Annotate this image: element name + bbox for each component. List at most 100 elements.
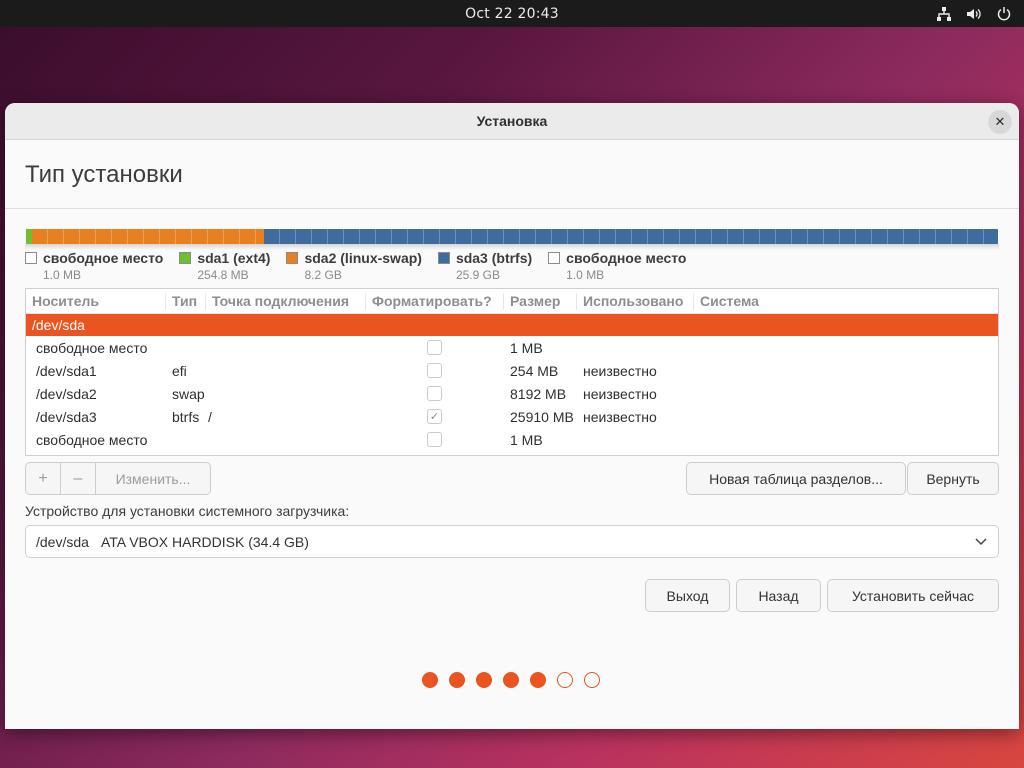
add-partition-button[interactable]: + (26, 463, 61, 494)
power-icon[interactable] (996, 6, 1012, 22)
table-row[interactable]: свободное место 1 MB (26, 428, 998, 451)
column-header-system[interactable]: Система (694, 293, 794, 310)
bootloader-device: /dev/sda (36, 533, 89, 550)
legend-swatch (25, 252, 37, 264)
step-dot-completed (449, 672, 465, 688)
format-checkbox[interactable]: ✓ (427, 409, 442, 424)
back-button[interactable]: Назад (736, 579, 821, 612)
step-progress (422, 672, 600, 688)
new-partition-table-button[interactable]: Новая таблица разделов... (686, 462, 906, 495)
disk-usage-bar (25, 229, 999, 244)
check-icon: ✓ (429, 411, 440, 423)
window-title: Установка (476, 113, 548, 129)
row-size: 8192 MB (510, 385, 567, 402)
table-row[interactable]: /dev/sda3 btrfs / ✓ 25910 MB неизвестно (26, 405, 998, 428)
legend-swatch (179, 252, 192, 264)
legend-item: свободное место 1.0 MB (548, 250, 686, 284)
row-format-cell (366, 363, 504, 378)
legend-label: sda1 (ext4) (197, 250, 271, 266)
network-icon[interactable] (936, 6, 952, 22)
row-size: 254 MB (510, 362, 559, 379)
divider (5, 208, 1019, 209)
column-header-type[interactable]: Тип (166, 292, 206, 310)
installer-window: Установка ✕ Тип установки свободное мест… (5, 103, 1019, 729)
format-checkbox[interactable] (427, 386, 442, 401)
table-header: Носитель Тип Точка подключения Форматиро… (26, 289, 998, 314)
legend-size: 254.8 MB (197, 268, 249, 282)
table-row[interactable]: /dev/sda2 swap 8192 MB неизвестно (26, 382, 998, 405)
row-used: неизвестно (583, 362, 657, 379)
format-checkbox[interactable] (427, 432, 442, 447)
row-device: свободное место (36, 431, 148, 448)
legend-label: свободное место (566, 250, 687, 266)
legend-size: 25.9 GB (455, 268, 500, 282)
remove-partition-button[interactable]: – (61, 463, 96, 494)
column-header-size[interactable]: Размер (504, 292, 577, 310)
install-now-button[interactable]: Установить сейчас (827, 579, 999, 612)
legend-item: sda1 (ext4) 254.8 MB (179, 250, 270, 284)
legend-item: sda3 (btrfs) 25.9 GB (437, 250, 533, 284)
column-header-mount[interactable]: Точка подключения (206, 292, 366, 310)
partition-table: Носитель Тип Точка подключения Форматиро… (25, 288, 999, 456)
legend-swatch (548, 252, 561, 264)
table-row[interactable]: /dev/sda1 efi 254 MB неизвестно (26, 359, 998, 382)
legend-swatch (437, 252, 450, 264)
legend-item: sda2 (linux-swap) 8.2 GB (286, 250, 422, 284)
format-checkbox[interactable] (427, 363, 442, 378)
step-dot-pending (557, 672, 573, 688)
page-title: Тип установки (25, 161, 183, 188)
quit-button[interactable]: Выход (645, 579, 730, 612)
legend-size: 8.2 GB (304, 268, 342, 282)
row-format-cell: ✓ (366, 409, 504, 424)
step-dot-pending (584, 672, 600, 688)
legend-size: 1.0 MB (566, 268, 605, 282)
row-device: свободное место (36, 339, 148, 356)
close-icon: ✕ (994, 114, 1006, 129)
close-button[interactable]: ✕ (988, 110, 1012, 134)
legend-label: sda3 (btrfs) (455, 250, 533, 266)
bootloader-label: Устройство для установки системного загр… (25, 503, 350, 519)
column-header-device[interactable]: Носитель (26, 292, 166, 310)
step-dot-completed (476, 672, 492, 688)
row-device: /dev/sda3 (36, 408, 97, 425)
row-mount: / (208, 408, 212, 425)
legend-label: sda2 (linux-swap) (304, 250, 422, 266)
system-tray (936, 0, 1012, 27)
edit-partition-button[interactable]: Изменить... (96, 463, 210, 494)
bootloader-device-select[interactable]: /dev/sda ATA VBOX HARDDISK (34.4 GB) (25, 525, 999, 558)
row-type: efi (172, 362, 187, 379)
disk-segment-sda2 (32, 229, 264, 244)
table-row-disk[interactable]: /dev/sda (26, 314, 998, 336)
disk-legend: свободное место 1.0 MB sda1 (ext4) 254.8… (25, 250, 686, 284)
row-device: /dev/sda2 (36, 385, 97, 402)
row-format-cell (366, 432, 504, 447)
row-type: btrfs (172, 408, 200, 425)
step-dot-completed (530, 672, 546, 688)
disk-segment-free-end (998, 229, 999, 244)
disk-segment-sda3 (264, 229, 998, 244)
legend-item: свободное место 1.0 MB (25, 250, 163, 284)
column-header-used[interactable]: Использовано (577, 292, 694, 310)
row-size: 1 MB (510, 339, 543, 356)
partition-actions: + – Изменить... (25, 462, 211, 495)
column-header-format[interactable]: Форматировать? (366, 292, 504, 310)
bootloader-device-description: ATA VBOX HARDDISK (34.4 GB) (100, 533, 309, 550)
top-bar: Oct 22 20:43 (0, 0, 1024, 27)
title-bar: Установка ✕ (5, 103, 1019, 140)
row-device: /dev/sda1 (36, 362, 97, 379)
table-row[interactable]: свободное место 1 MB (26, 336, 998, 359)
legend-size: 1.0 MB (43, 268, 82, 282)
step-dot-completed (422, 672, 438, 688)
row-format-cell (366, 386, 504, 401)
chevron-down-icon (974, 534, 988, 551)
disk-device: /dev/sda (32, 317, 85, 333)
revert-button[interactable]: Вернуть (907, 462, 999, 495)
legend-swatch (286, 252, 299, 264)
legend-label: свободное место (43, 250, 164, 266)
row-used: неизвестно (583, 408, 657, 425)
step-dot-completed (503, 672, 519, 688)
format-checkbox[interactable] (427, 340, 442, 355)
row-size: 1 MB (510, 431, 543, 448)
clock[interactable]: Oct 22 20:43 (465, 6, 559, 22)
volume-icon[interactable] (966, 6, 982, 22)
